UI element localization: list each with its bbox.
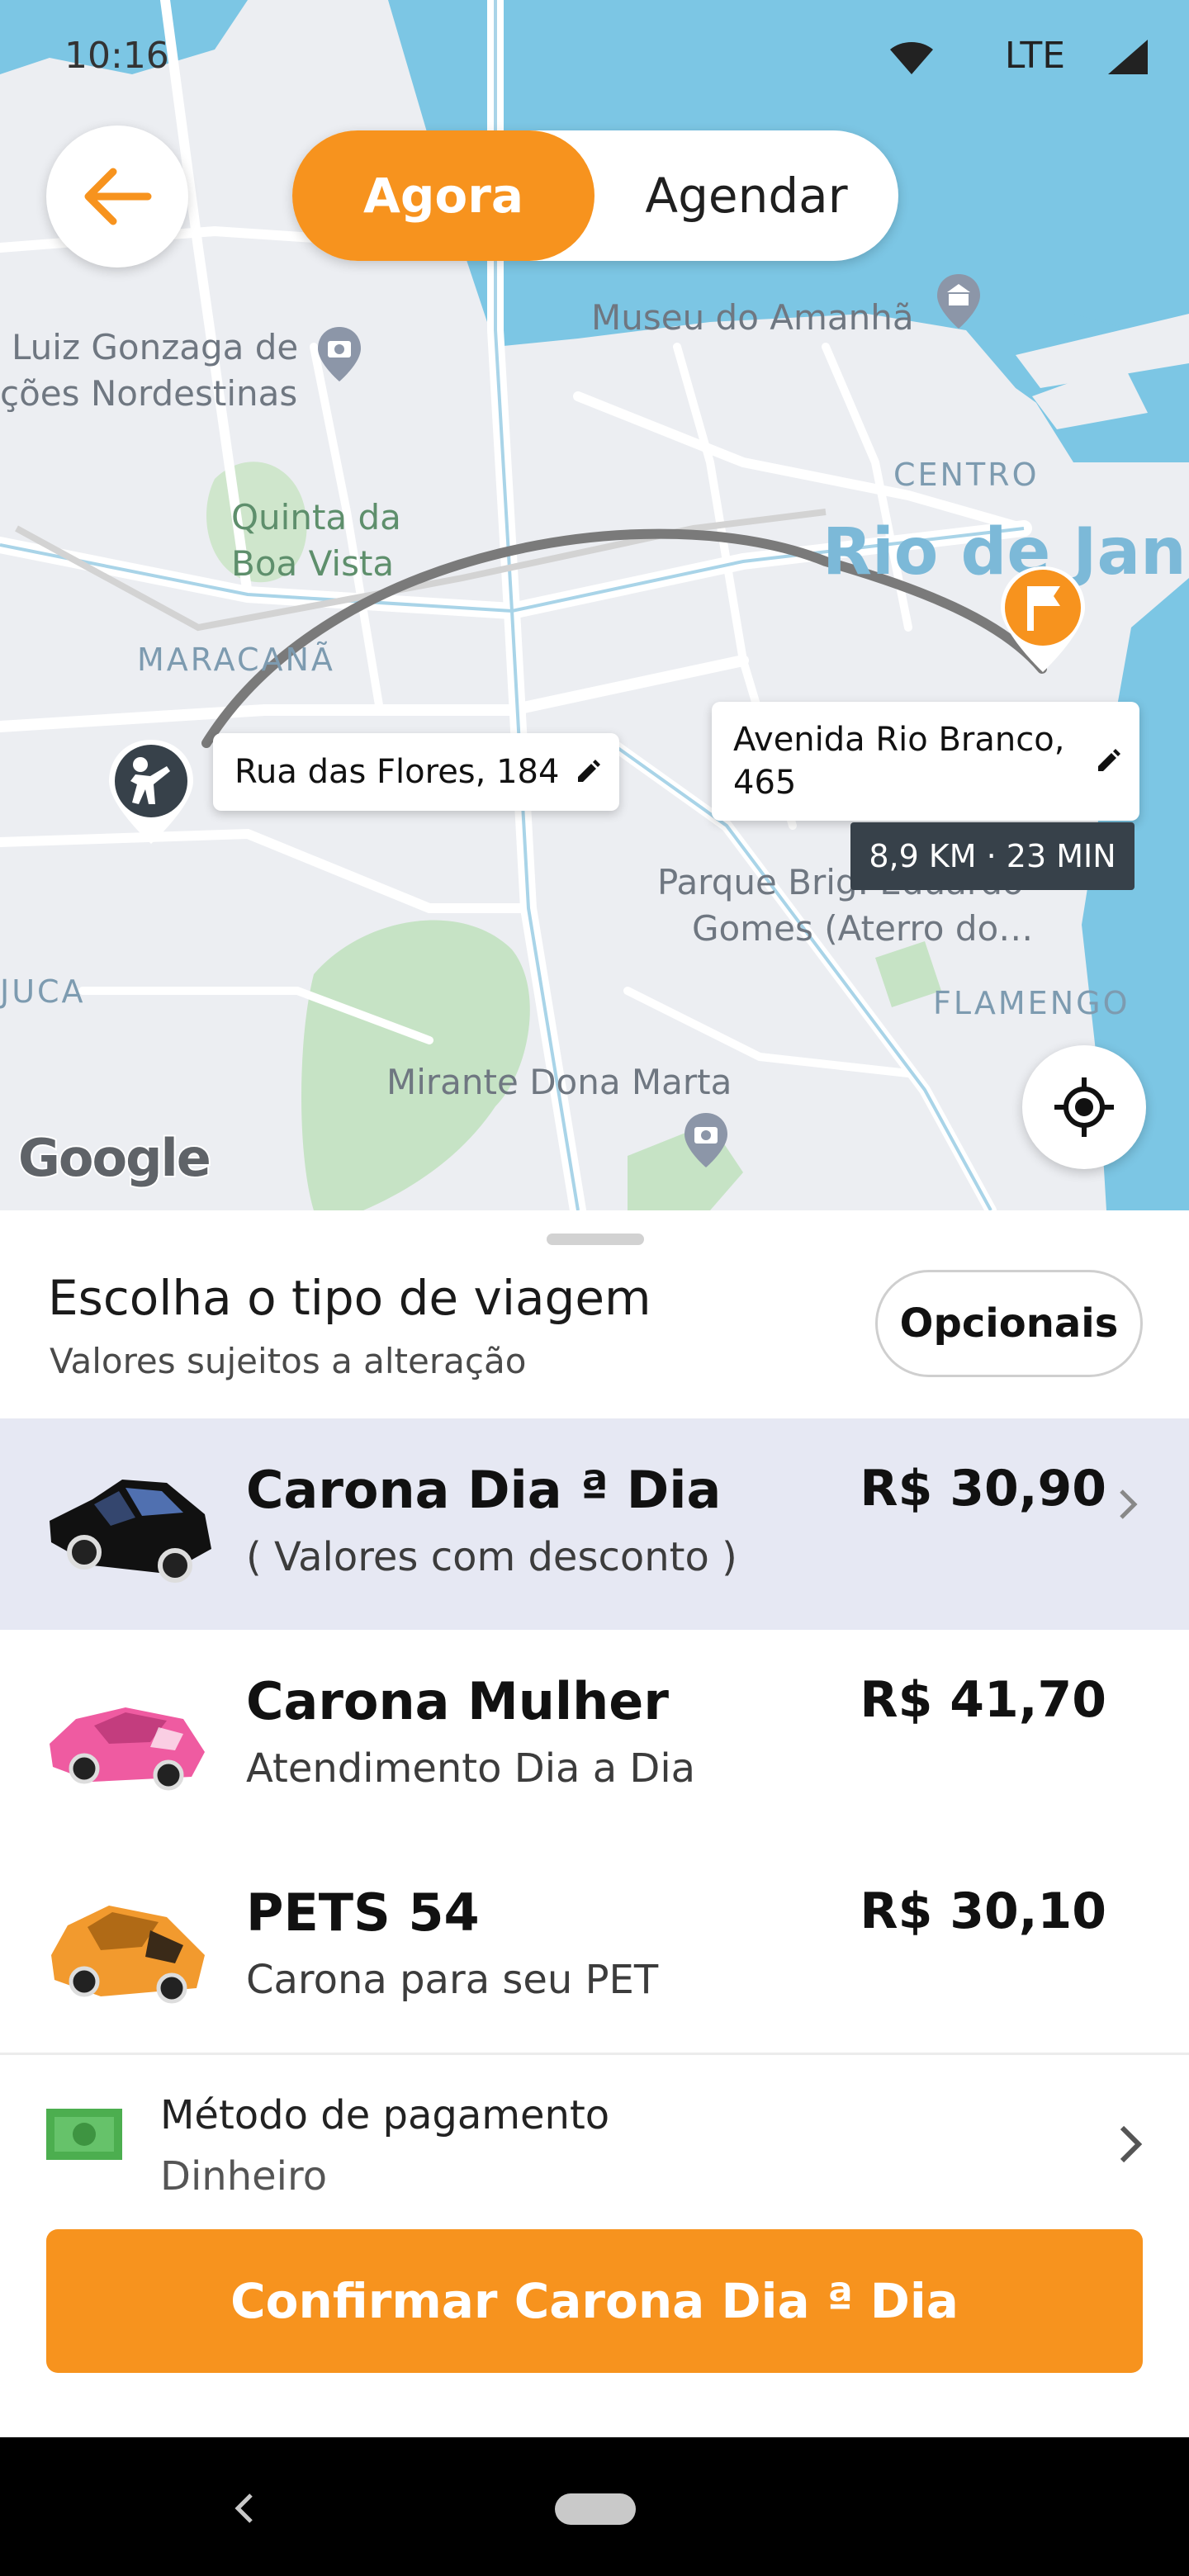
map-label-mirante: Mirante Dona Marta	[386, 1062, 732, 1102]
map-label-centro: CENTRO	[893, 457, 1040, 493]
status-bar: 10:16 LTE	[0, 0, 1189, 116]
nav-back-icon[interactable]	[230, 2490, 258, 2526]
map-label-juca: JUCA	[0, 973, 86, 1010]
camera-poi-icon[interactable]	[682, 1111, 730, 1169]
black-car-icon	[50, 1480, 211, 1583]
chevron-right-icon	[1120, 2125, 1143, 2163]
chevron-right-icon	[1120, 1489, 1138, 1519]
network-type: LTE	[1004, 35, 1065, 77]
pink-car-icon	[50, 1707, 205, 1791]
ride-time-toggle: Agora Agendar	[292, 130, 898, 261]
origin-address: Rua das Flores, 184	[234, 753, 560, 791]
museum-poi-icon[interactable]	[935, 272, 983, 330]
map-label-quinta-2: Boa Vista	[231, 543, 395, 584]
map-label-luiz-gonzaga: Luiz Gonzaga de	[12, 327, 299, 367]
ride-price: R$ 30,10	[860, 1882, 1106, 1940]
ride-option-carona-mulher[interactable]: Carona Mulher Atendimento Dia a Dia R$ 4…	[0, 1630, 1189, 1841]
sheet-title: Escolha o tipo de viagem	[48, 1270, 651, 1326]
route-distance-time: 8,9 KM · 23 MIN	[850, 822, 1135, 890]
google-logo: Google	[17, 1126, 213, 1190]
ride-name: Carona Dia ª Dia	[246, 1460, 722, 1520]
ride-description: ( Valores com desconto )	[246, 1534, 737, 1580]
divider	[0, 2053, 1189, 2055]
wifi-icon	[890, 42, 933, 74]
confirm-ride-button[interactable]: Confirmar Carona Dia ª Dia	[46, 2229, 1143, 2373]
ride-selection-sheet: Escolha o tipo de viagem Valores sujeito…	[0, 1210, 1189, 2437]
payment-method-label: Método de pagamento	[160, 2092, 610, 2138]
ride-option-pets-54[interactable]: PETS 54 Carona para seu PET R$ 30,10	[0, 1841, 1189, 2053]
crosshair-icon	[1054, 1077, 1114, 1137]
tab-schedule[interactable]: Agendar	[594, 130, 898, 261]
cash-icon	[46, 2109, 122, 2160]
payment-method-row[interactable]: Método de pagamento Dinheiro	[0, 2056, 1189, 2204]
nav-home-pill[interactable]	[555, 2493, 636, 2525]
back-button[interactable]	[46, 125, 188, 268]
map-view[interactable]: Museu do Amanhã Luiz Gonzaga de ções Nor…	[0, 0, 1189, 1210]
ride-price: R$ 41,70	[860, 1671, 1106, 1729]
origin-pin-icon	[109, 740, 193, 844]
destination-flag-pin-icon	[1001, 566, 1085, 672]
system-nav-bar	[0, 2437, 1189, 2576]
edit-icon[interactable]	[1095, 748, 1121, 774]
sheet-drag-handle[interactable]	[547, 1234, 644, 1245]
destination-address-line1: Avenida Rio Branco,	[733, 721, 1065, 759]
map-label-flamengo: FLAMENGO	[933, 985, 1130, 1021]
ride-name: Carona Mulher	[246, 1671, 669, 1731]
tab-now[interactable]: Agora	[292, 130, 594, 261]
my-location-button[interactable]	[1022, 1045, 1146, 1169]
ride-option-carona-dia-a-dia[interactable]: Carona Dia ª Dia ( Valores com desconto …	[0, 1418, 1189, 1630]
ride-description: Atendimento Dia a Dia	[246, 1745, 696, 1792]
back-arrow-icon	[84, 168, 152, 225]
ride-name: PETS 54	[246, 1882, 480, 1943]
status-time: 10:16	[64, 35, 169, 77]
ride-price: R$ 30,90	[860, 1460, 1106, 1518]
map-label-maracana: MARACANÃ	[137, 642, 335, 678]
map-label-museu: Museu do Amanhã	[591, 297, 914, 338]
map-label-quinta: Quinta da	[231, 497, 401, 537]
orange-car-icon	[51, 1906, 205, 2004]
camera-poi-icon[interactable]	[315, 325, 363, 383]
map-label-parque-2: Gomes (Aterro do…	[692, 908, 1034, 949]
sheet-subtitle: Valores sujeitos a alteração	[50, 1341, 527, 1381]
options-button[interactable]: Opcionais	[875, 1270, 1143, 1377]
map-label-luiz-gonzaga-2: ções Nordestinas	[0, 373, 298, 414]
destination-address-label[interactable]: Avenida Rio Branco, 465	[712, 702, 1139, 821]
edit-icon[interactable]	[575, 759, 601, 785]
payment-method-value: Dinheiro	[160, 2153, 328, 2200]
signal-icon	[1108, 40, 1148, 74]
destination-address-line2: 465	[733, 764, 797, 802]
origin-address-label[interactable]: Rua das Flores, 184	[213, 733, 619, 811]
ride-description: Carona para seu PET	[246, 1957, 659, 2003]
